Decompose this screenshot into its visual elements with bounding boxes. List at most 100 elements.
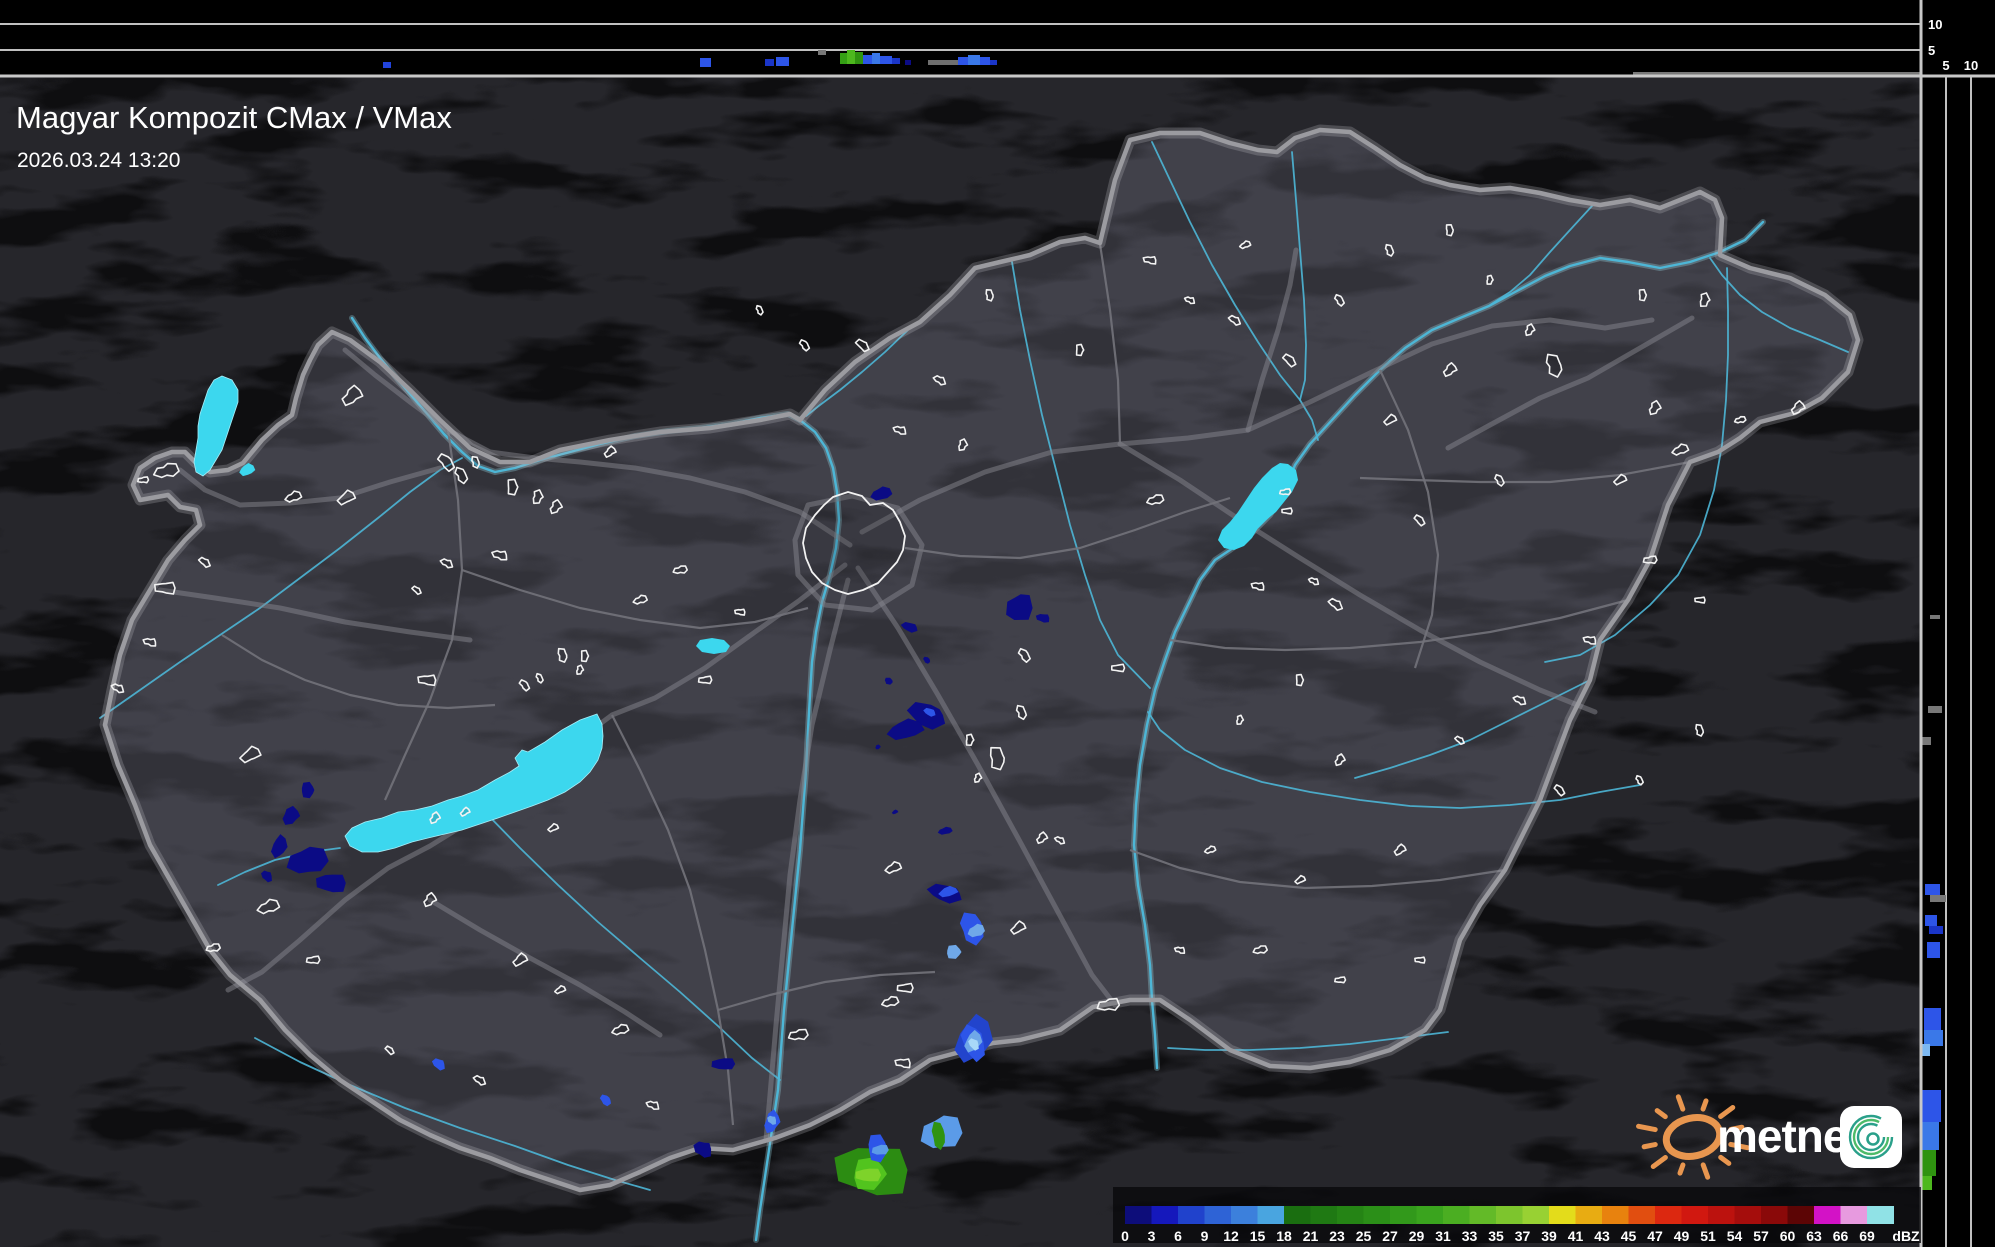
legend-tick-label: 15 — [1250, 1228, 1266, 1244]
legend-tick-label: 0 — [1121, 1228, 1129, 1244]
legend-color-cell — [1310, 1206, 1338, 1224]
legend-tick-label: 3 — [1148, 1228, 1156, 1244]
town-outline — [557, 647, 568, 663]
legend-color-cell — [1469, 1206, 1497, 1224]
town-outline — [1695, 723, 1705, 737]
legend-color-cell — [1204, 1206, 1232, 1224]
legend-color-cell — [1708, 1206, 1735, 1224]
profile-echo — [1924, 1030, 1943, 1046]
profile-echo — [765, 59, 774, 66]
legend-color-cell — [1840, 1206, 1868, 1224]
height-axis-label: 5 — [1928, 43, 1935, 58]
legend-tick-label: 35 — [1488, 1228, 1504, 1244]
town-outline — [1414, 956, 1426, 964]
radar-app: 10 5 5 10 0 3 6 9 12 15 18 21 23 25 27 29 31 33 35 37 39 41… — [0, 0, 1995, 1247]
profile-echo — [1921, 1176, 1932, 1190]
legend-tick-label: 33 — [1462, 1228, 1478, 1244]
legend-color-cell — [1443, 1206, 1470, 1224]
legend-color-cell — [1125, 1206, 1152, 1224]
legend-color-cell — [1628, 1206, 1656, 1224]
profile-echo — [776, 57, 789, 66]
town-outline — [1281, 507, 1293, 515]
legend-tick-label: 25 — [1356, 1228, 1372, 1244]
profile-echo — [968, 55, 980, 65]
height-axis-label: 10 — [1964, 58, 1978, 73]
height-axis-label: 10 — [1928, 17, 1942, 32]
sun-ray-icon — [1700, 1098, 1709, 1112]
profile-echo — [872, 53, 880, 64]
map-area — [0, 76, 1921, 1247]
sun-ray-icon — [1641, 1142, 1658, 1150]
town-outline — [1694, 596, 1706, 604]
legend-tick-label: 37 — [1515, 1228, 1531, 1244]
town-outline — [734, 608, 746, 616]
legend-color-cell — [1867, 1206, 1894, 1224]
legend-color-cell — [1602, 1206, 1629, 1224]
profile-echo — [818, 50, 826, 55]
legend-tick-label: 27 — [1382, 1228, 1398, 1244]
legend-color-cell — [1257, 1206, 1285, 1224]
profile-echo — [1922, 1090, 1941, 1122]
profile-echo — [1930, 615, 1940, 619]
legend-color-cell — [1284, 1206, 1311, 1224]
legend-color-cell — [1337, 1206, 1364, 1224]
legend-color-cell — [1151, 1206, 1179, 1224]
legend-tick-label: 49 — [1674, 1228, 1690, 1244]
dbz-color-legend: 0 3 6 9 12 15 18 21 23 25 27 29 31 33 35 37 39 41 43 45 47 49… — [1113, 1187, 1921, 1244]
legend-color-cell — [1363, 1206, 1391, 1224]
town-outline — [1638, 288, 1648, 302]
profile-echo — [855, 52, 863, 64]
town-outline — [137, 476, 150, 484]
profile-echo — [892, 58, 900, 64]
profile-echo — [1925, 884, 1940, 895]
legend-color-cell — [1549, 1206, 1576, 1224]
profile-echo — [863, 55, 872, 64]
legend-tick-label: 23 — [1329, 1228, 1345, 1244]
legend-tick-label: 6 — [1174, 1228, 1182, 1244]
profile-echo — [1927, 942, 1940, 958]
town-outline — [1486, 274, 1494, 285]
legend-color-cell — [1390, 1206, 1417, 1224]
town-outline — [896, 982, 914, 994]
legend-tick-label: 31 — [1435, 1228, 1451, 1244]
legend-tick-label: 66 — [1833, 1228, 1849, 1244]
legend-tick-label: 60 — [1780, 1228, 1796, 1244]
town-outline — [1334, 976, 1347, 984]
legend-tick-label: 39 — [1541, 1228, 1557, 1244]
profile-echo — [1922, 737, 1931, 745]
legend-color-cell — [1231, 1206, 1258, 1224]
town-outline — [471, 455, 480, 469]
profile-echo — [990, 60, 997, 65]
legend-tick-label: 41 — [1568, 1228, 1584, 1244]
height-axis-label: 5 — [1942, 58, 1949, 73]
profile-echo — [1929, 926, 1943, 934]
legend-tick-label: 21 — [1303, 1228, 1319, 1244]
profile-echo — [1925, 915, 1937, 926]
profile-echo — [1921, 1150, 1936, 1176]
town-outline — [305, 955, 321, 965]
profile-echo — [840, 53, 847, 64]
legend-tick-label: 54 — [1727, 1228, 1743, 1244]
town-outline — [1111, 663, 1126, 673]
legend-tick-label: 18 — [1276, 1228, 1292, 1244]
legend-color-cell — [1814, 1206, 1841, 1224]
legend-tick-label: 69 — [1859, 1228, 1875, 1244]
profile-echo — [958, 57, 968, 65]
legend-color-cell — [1575, 1206, 1603, 1224]
profile-echo — [1930, 895, 1946, 902]
legend-tick-label: 43 — [1594, 1228, 1610, 1244]
radar-composite-canvas: 10 5 5 10 0 3 6 9 12 15 18 21 23 25 27 29 31 33 35 37 39 41… — [0, 0, 1995, 1247]
legend-tick-label: 12 — [1223, 1228, 1239, 1244]
town-outline — [697, 675, 713, 685]
town-outline — [1295, 673, 1305, 687]
legend-color-cell — [1655, 1206, 1682, 1224]
legend-color-cell — [1787, 1206, 1815, 1224]
profile-echo — [1922, 1122, 1939, 1150]
legend-tick-label: 29 — [1409, 1228, 1425, 1244]
profile-echo — [905, 60, 911, 65]
top-height-profile-panel: 10 5 — [0, 0, 1995, 76]
legend-color-cell — [1178, 1206, 1205, 1224]
profile-echo — [700, 58, 711, 67]
profile-echo — [1928, 706, 1942, 713]
town-outline — [1278, 488, 1292, 496]
